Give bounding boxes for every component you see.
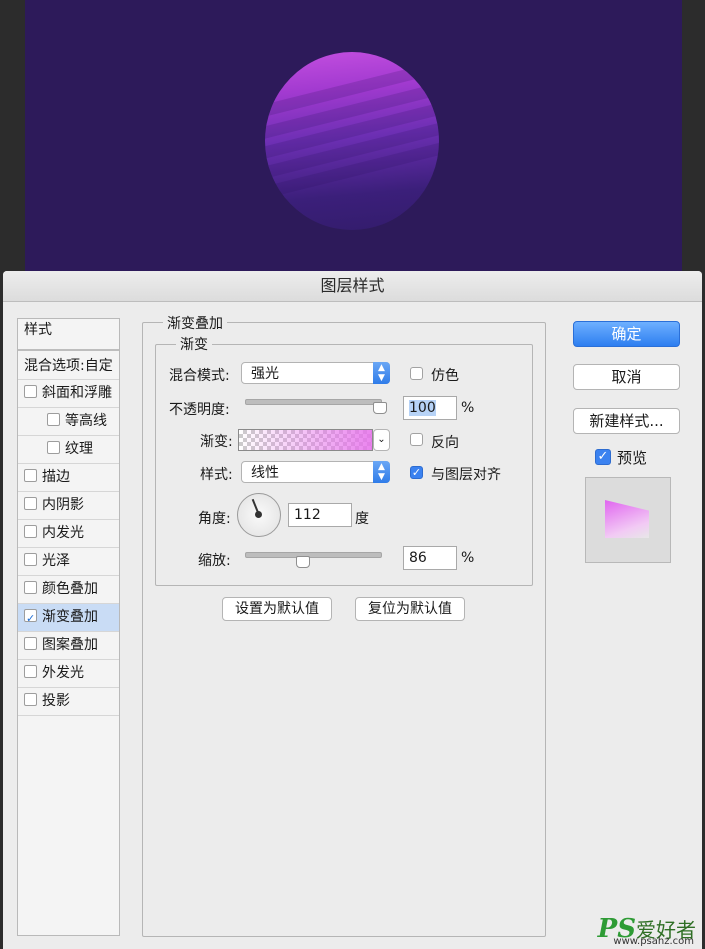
style-item-label: 斜面和浮雕 [42,385,112,401]
gradient-dropdown-chevron-icon[interactable]: ⌄ [373,429,390,451]
dither-label: 仿色 [431,368,459,384]
dialog-title: 图层样式 [3,271,702,302]
dither-checkbox[interactable] [410,367,423,380]
style-item[interactable]: 等高线 [18,408,119,436]
style-item-label: 渐变叠加 [42,609,98,625]
style-item-checkbox[interactable] [24,469,37,482]
style-item[interactable]: 斜面和浮雕 [18,380,119,408]
layer-style-dialog: 图层样式 样式 混合选项:自定 斜面和浮雕等高线纹理描边内阴影内发光光泽颜色叠加… [3,271,702,949]
gradient-group-title: 渐变 [176,334,212,354]
gradient-style-select[interactable]: 线性 ▲ ▼ [241,461,390,483]
gradient-overlay-title: 渐变叠加 [163,313,227,333]
preview-label: 预览 [617,449,648,467]
make-default-button[interactable]: 设置为默认值 [222,597,332,621]
reverse-checkbox[interactable] [410,433,423,446]
style-item-checkbox[interactable] [24,497,37,510]
opacity-input[interactable]: 100 [403,396,457,420]
style-item[interactable]: 投影 [18,688,119,716]
ok-button[interactable]: 确定 [573,321,680,347]
style-item-label: 外发光 [42,665,84,681]
document-canvas [25,0,682,272]
style-item-label: 图案叠加 [42,637,98,653]
preview-checkbox[interactable]: ✓ [595,449,611,465]
align-with-layer-checkbox[interactable]: ✓ [410,466,423,479]
reset-default-button[interactable]: 复位为默认值 [355,597,465,621]
blending-options-item[interactable]: 混合选项:自定 [18,351,119,380]
site-watermark: PS爱好者 www.psahz.com [598,914,696,947]
styles-list: 样式 混合选项:自定 斜面和浮雕等高线纹理描边内阴影内发光光泽颜色叠加渐变叠加图… [17,318,120,936]
style-item-label: 纹理 [65,441,93,457]
style-item[interactable]: 内发光 [18,520,119,548]
style-item[interactable]: 光泽 [18,548,119,576]
style-item[interactable]: 外发光 [18,660,119,688]
opacity-slider-thumb[interactable] [373,402,387,414]
style-item[interactable]: 纹理 [18,436,119,464]
opacity-value: 100 [409,400,436,416]
angle-degree-unit: 度 [355,511,369,527]
style-label: 样式: [200,467,233,483]
blend-mode-select[interactable]: 强光 ▲ ▼ [241,362,390,384]
style-item[interactable]: 描边 [18,464,119,492]
blend-mode-value: 强光 [251,366,279,382]
angle-input[interactable]: 112 [288,503,352,527]
preview-swatch [605,500,649,538]
angle-dial[interactable] [237,493,281,537]
style-item[interactable]: 内阴影 [18,492,119,520]
opacity-percent: % [461,400,475,416]
angle-label: 角度: [198,511,231,527]
scale-slider-thumb[interactable] [296,556,311,568]
style-item-checkbox[interactable] [47,441,60,454]
style-item-checkbox[interactable] [47,413,60,426]
cancel-button[interactable]: 取消 [573,364,680,390]
style-item-checkbox[interactable] [24,385,37,398]
select-arrows-icon: ▲ ▼ [373,362,390,384]
style-item-label: 投影 [42,693,70,709]
style-item-label: 描边 [42,469,70,485]
angle-dial-center [255,511,262,518]
style-preview-thumbnail [585,477,671,563]
style-item-label: 颜色叠加 [42,581,98,597]
style-item-checkbox[interactable] [24,581,37,594]
style-item[interactable]: 颜色叠加 [18,576,119,604]
watermark-url: www.psahz.com [613,936,694,947]
scale-input[interactable]: 86 [403,546,457,570]
reverse-label: 反向 [431,435,459,451]
style-item-label: 内发光 [42,525,84,541]
style-item-label: 光泽 [42,553,70,569]
align-with-layer-label: 与图层对齐 [431,467,501,483]
style-item-checkbox[interactable] [24,525,37,538]
select-arrows-icon: ▲ ▼ [373,461,390,483]
style-item[interactable]: 渐变叠加 [18,604,119,632]
blend-mode-label: 混合模式: [169,368,230,384]
style-item-checkbox[interactable] [24,693,37,706]
scale-label: 缩放: [198,553,231,569]
new-style-button[interactable]: 新建样式... [573,408,680,434]
style-item-label: 等高线 [65,413,107,429]
scale-percent: % [461,550,475,566]
opacity-label: 不透明度: [169,402,230,418]
style-item-checkbox[interactable] [24,605,37,632]
styles-header[interactable]: 样式 [18,319,119,351]
style-item-checkbox[interactable] [24,553,37,566]
style-item[interactable]: 图案叠加 [18,632,119,660]
style-item-label: 内阴影 [42,497,84,513]
scale-slider[interactable] [245,552,382,558]
style-item-checkbox[interactable] [24,665,37,678]
gradient-style-value: 线性 [251,465,279,481]
planet-artwork [265,52,439,230]
gradient-picker[interactable] [238,429,373,451]
style-item-checkbox[interactable] [24,637,37,650]
gradient-label: 渐变: [200,434,233,450]
opacity-slider[interactable] [245,399,382,405]
